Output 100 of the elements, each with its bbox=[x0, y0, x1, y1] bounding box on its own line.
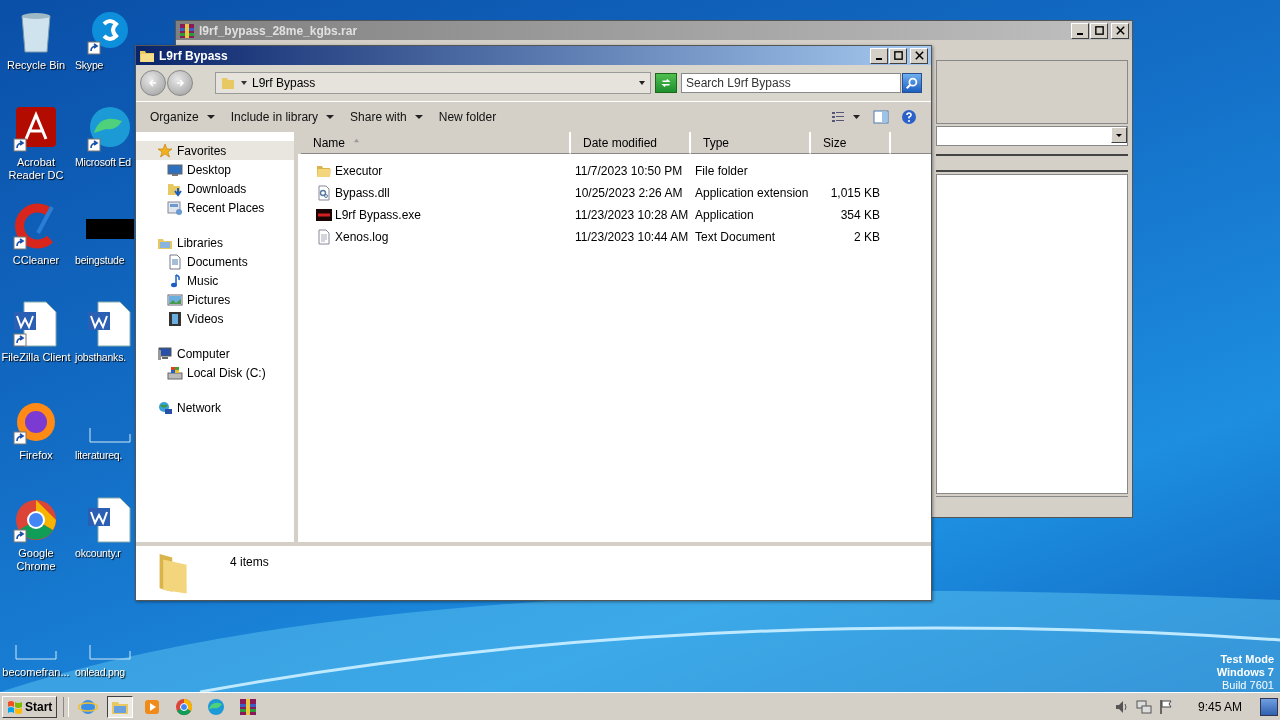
forward-arrow-icon bbox=[174, 77, 186, 89]
windows-build-text: Build 7601 bbox=[1222, 679, 1274, 692]
date-modified-cell: 11/23/2023 10:28 AM bbox=[575, 208, 689, 222]
file-name[interactable]: Xenos.log bbox=[335, 230, 389, 244]
navigation-item[interactable]: Music bbox=[136, 271, 294, 290]
minimize-button[interactable] bbox=[870, 47, 888, 64]
icon-label[interactable]: Google Chrome bbox=[0, 547, 72, 573]
star-icon bbox=[157, 142, 173, 159]
help-icon[interactable] bbox=[901, 109, 917, 125]
refresh-button[interactable] bbox=[655, 73, 677, 93]
windows-build-text: Test Mode bbox=[1220, 653, 1274, 666]
maximize-icon bbox=[892, 50, 904, 61]
icon-label[interactable]: literatureq. bbox=[75, 449, 123, 462]
toolbar-button[interactable]: New folder bbox=[432, 108, 503, 126]
date-modified-cell: 11/23/2023 10:44 AM bbox=[575, 230, 689, 244]
dropdown-arrow-icon[interactable] bbox=[638, 79, 646, 87]
navigation-item[interactable]: Desktop bbox=[136, 160, 294, 179]
word-document-icon[interactable] bbox=[86, 300, 134, 348]
navigation-item[interactable]: Pictures bbox=[136, 290, 294, 309]
search-button[interactable] bbox=[902, 73, 922, 93]
app-icon bbox=[316, 207, 332, 223]
file-name[interactable]: L9rf Bypass.exe bbox=[335, 208, 422, 222]
navigation-item[interactable]: Local Disk (C:) bbox=[136, 363, 294, 382]
icon-label[interactable]: Skype bbox=[75, 59, 104, 72]
refresh-icon bbox=[659, 76, 673, 90]
icon-label[interactable]: Acrobat Reader DC bbox=[0, 156, 72, 182]
close-icon bbox=[913, 50, 925, 61]
back-arrow-icon bbox=[147, 77, 159, 89]
show-desktop-button[interactable] bbox=[1260, 697, 1278, 716]
forward-button[interactable] bbox=[167, 70, 193, 96]
icon-label[interactable]: FileZilla Client bbox=[1, 351, 71, 364]
navigation-item[interactable]: Documents bbox=[136, 252, 294, 271]
file-name[interactable]: Bypass.dll bbox=[335, 186, 390, 200]
toolbar-button[interactable]: Share with bbox=[344, 108, 429, 126]
icon-label[interactable]: okcounty.r bbox=[75, 547, 121, 560]
clock[interactable]: 9:45 AM bbox=[1179, 699, 1254, 714]
file-type-cell: Application bbox=[695, 208, 754, 222]
start-button[interactable]: Start bbox=[2, 695, 58, 718]
edge-icon bbox=[206, 696, 227, 717]
archive-icon bbox=[238, 696, 259, 717]
search-icon bbox=[905, 76, 919, 90]
file-type-cell: Text Document bbox=[695, 230, 776, 244]
icon-label[interactable]: becomefran... bbox=[2, 666, 70, 679]
caret-icon[interactable] bbox=[240, 79, 248, 87]
word-document-icon[interactable] bbox=[12, 300, 60, 348]
close-button[interactable] bbox=[910, 47, 928, 64]
folder-icon bbox=[220, 75, 236, 91]
path-combo-box[interactable] bbox=[936, 126, 1128, 146]
column-header[interactable]: Date modified bbox=[571, 132, 691, 154]
file-size-cell: 1,015 KB bbox=[830, 186, 880, 200]
windows-build-text: Windows 7 bbox=[1216, 666, 1274, 679]
view-options-icon[interactable] bbox=[831, 110, 861, 124]
word-document-icon[interactable] bbox=[86, 496, 134, 544]
search-field[interactable]: Search L9rf Bypass bbox=[681, 73, 901, 93]
file-name[interactable]: Executor bbox=[335, 164, 383, 178]
document-icon bbox=[167, 253, 183, 270]
window-title: L9rf Bypass bbox=[159, 48, 228, 63]
icon-label[interactable]: beingstude bbox=[75, 254, 125, 267]
network-icon bbox=[157, 399, 173, 416]
picture-icon bbox=[167, 291, 183, 308]
address-bar[interactable]: L9rf Bypass bbox=[215, 72, 651, 94]
file-size-cell: 2 KB bbox=[854, 230, 880, 244]
hard-disk-icon bbox=[167, 364, 183, 381]
item-count: 4 items bbox=[230, 555, 269, 569]
minimize-icon bbox=[876, 57, 882, 60]
icon-label[interactable]: jobsthanks. bbox=[75, 351, 126, 364]
icon-label[interactable]: Microsoft Ed bbox=[75, 156, 131, 169]
minimize-icon bbox=[1077, 32, 1083, 35]
desktop-icon bbox=[167, 161, 183, 178]
date-modified-cell: 10/25/2023 2:26 AM bbox=[575, 186, 683, 200]
computer-icon bbox=[157, 345, 173, 362]
navigation-item[interactable]: Network bbox=[136, 398, 294, 417]
recent-places-icon bbox=[167, 199, 183, 216]
column-header[interactable]: Size bbox=[811, 132, 891, 154]
navigation-item[interactable]: Recent Places bbox=[136, 198, 294, 217]
dll-file-icon bbox=[316, 185, 332, 201]
icon-label[interactable]: Recycle Bin bbox=[6, 59, 66, 72]
windows-logo-icon bbox=[7, 698, 23, 715]
text-file-icon bbox=[316, 229, 332, 245]
toolbar-button[interactable]: Include in library bbox=[224, 108, 341, 126]
film-icon bbox=[167, 310, 183, 327]
date-modified-cell: 11/7/2023 10:50 PM bbox=[575, 164, 683, 178]
chrome-icon bbox=[174, 696, 195, 717]
navigation-item[interactable]: Libraries bbox=[136, 233, 294, 252]
navigation-item[interactable]: Computer bbox=[136, 344, 294, 363]
navigation-item[interactable]: Videos bbox=[136, 309, 294, 328]
back-button[interactable] bbox=[140, 70, 166, 96]
maximize-button[interactable] bbox=[889, 47, 907, 64]
column-header[interactable]: Type bbox=[691, 132, 811, 154]
taskbar-button[interactable] bbox=[107, 695, 134, 718]
column-header[interactable]: Name bbox=[301, 132, 571, 154]
icon-label[interactable]: CCleaner bbox=[12, 254, 60, 267]
icon-label[interactable]: Firefox bbox=[19, 449, 53, 462]
navigation-item[interactable]: Downloads bbox=[136, 179, 294, 198]
navigation-item[interactable]: Favorites bbox=[136, 141, 294, 160]
network-icon[interactable] bbox=[1135, 698, 1152, 715]
folder-icon bbox=[316, 163, 332, 179]
toolbar-button[interactable]: Organize bbox=[144, 108, 221, 126]
window-title: l9rf_bypass_28me_kgbs.rar bbox=[199, 23, 358, 38]
flag-icon[interactable] bbox=[1157, 698, 1174, 715]
